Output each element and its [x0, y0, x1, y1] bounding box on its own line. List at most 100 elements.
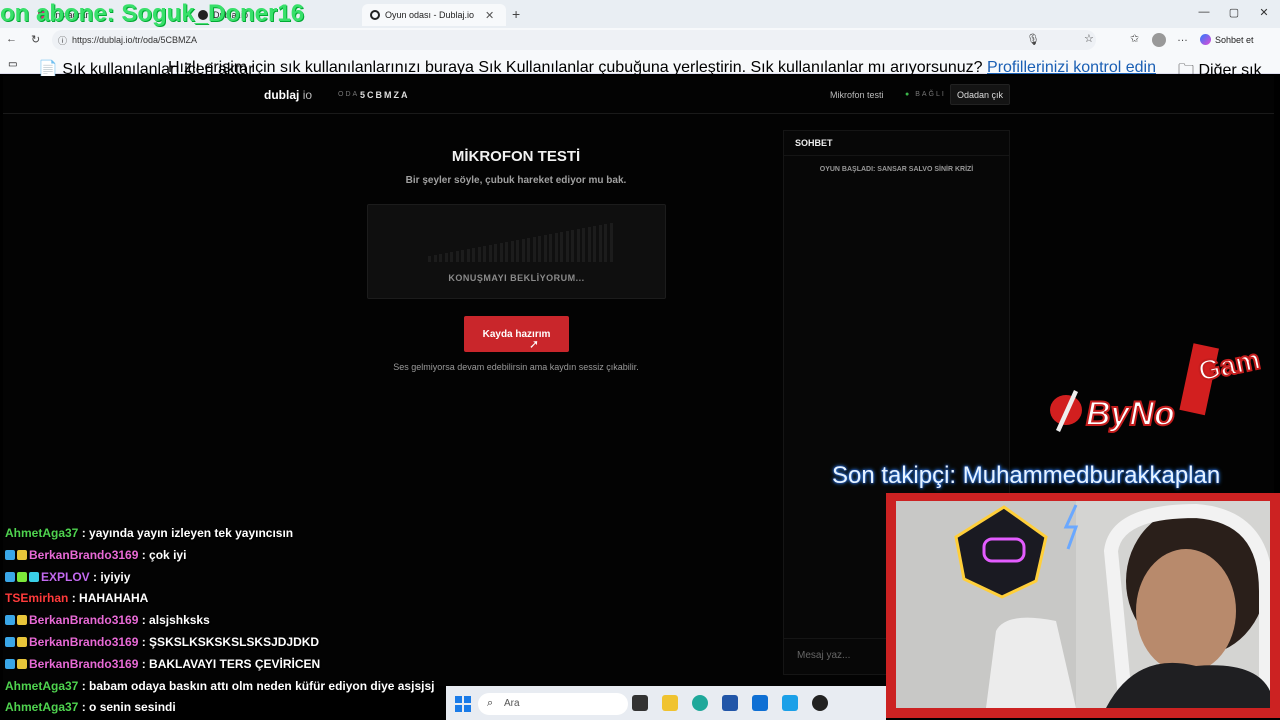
chat-badge-icon	[5, 637, 15, 647]
reading-view-icon[interactable]: ▭	[8, 59, 17, 70]
favorites-icon[interactable]: ✩	[1130, 32, 1139, 45]
url-input[interactable]: https://dublaj.io/tr/oda/5CBMZA	[52, 30, 1096, 50]
copilot-button[interactable]: Sohbet et	[1200, 34, 1254, 45]
app-icon[interactable]	[782, 695, 798, 711]
tab-oyun-odasi[interactable]: Oyun odası - Dublaj.io ✕	[362, 4, 506, 26]
chat-message: : iyiyiy	[89, 569, 131, 584]
page-title: MİKROFON TESTİ	[451, 148, 581, 165]
chat-badge-icon	[17, 615, 27, 626]
meter-bar	[433, 255, 437, 262]
meter-bar	[472, 248, 475, 262]
meter-bar	[571, 230, 574, 262]
status-dot-icon: ●	[905, 91, 912, 98]
ready-button[interactable]: Kayda hazırım	[464, 316, 569, 352]
dublaj-favicon-icon	[370, 10, 380, 20]
store-icon[interactable]	[722, 695, 738, 711]
meter-bar	[587, 227, 591, 262]
meter-bar	[488, 245, 492, 262]
chat-username: EXPLOV	[41, 569, 90, 584]
meter-bar	[532, 237, 536, 262]
meter-status: KONUŞMAYI BEKLİYORUM...	[448, 273, 585, 283]
chat-title: SOHBET	[795, 138, 833, 148]
meter-bar	[593, 226, 596, 262]
taskbar-search[interactable]: Ara	[478, 693, 628, 715]
mic-hint: Ses gelmiyorsa devam edebilirsin ama kay…	[393, 362, 639, 372]
meter-bar	[576, 229, 580, 262]
avatar[interactable]	[1152, 33, 1166, 47]
edge-icon[interactable]	[692, 695, 708, 711]
meter-bar	[604, 224, 607, 262]
favorite-star-icon[interactable]: ☆	[1084, 32, 1094, 45]
chat-username: AhmetAga37	[5, 700, 79, 715]
meter-bar	[444, 253, 448, 262]
chat-message: : ŞSKSLKSKSKSLSKSJDJDKD	[138, 635, 320, 649]
meter-bar	[543, 235, 547, 262]
more-icon[interactable]: …	[1177, 32, 1188, 44]
meter-bar	[521, 239, 525, 262]
chat-message: : o senin sesindi	[78, 700, 176, 715]
chat-badge-icon	[5, 549, 15, 560]
chat-username: AhmetAga37	[5, 526, 79, 540]
refresh-icon[interactable]: ↻	[31, 33, 40, 46]
meter-bar	[461, 250, 464, 262]
chat-badge-icon	[17, 637, 27, 647]
meter-bar	[428, 256, 431, 262]
chat-message-input[interactable]	[784, 638, 894, 672]
chat-username: BerkanBrando3169	[29, 547, 139, 562]
chat-message: : BAKLAVAYI TERS ÇEVİRİCEN	[138, 656, 321, 671]
profiles-link[interactable]: Profillerinizi kontrol edin	[987, 59, 1156, 76]
divider	[784, 155, 1009, 156]
meter-bar	[483, 246, 486, 262]
chat-message: : yayında yayın izleyen tek yayıncısın	[78, 526, 294, 540]
meter-bar	[554, 233, 558, 262]
meter-bar	[450, 252, 453, 262]
close-window-icon[interactable]: ✕	[1254, 6, 1274, 19]
chat-line: BerkanBrando3169 : çok iyi	[5, 544, 186, 566]
task-view-icon[interactable]	[632, 695, 648, 711]
webcam-feed	[896, 501, 1270, 708]
chat-badge-icon	[5, 571, 15, 582]
mic-test-link[interactable]: Mikrofon testi	[830, 90, 884, 100]
chat-line: BerkanBrando3169 : ŞSKSLKSKSKSLSKSJDJDKD	[5, 631, 319, 653]
logo-text-a: ByNo	[1086, 395, 1175, 433]
meter-bar	[510, 241, 514, 262]
outlook-icon[interactable]	[752, 695, 768, 711]
room-label: ODA	[338, 91, 360, 98]
leave-room-button[interactable]: Odadan çık	[950, 84, 1010, 105]
chat-username: BerkanBrando3169	[29, 635, 139, 649]
site-logo[interactable]: dublaj io	[264, 88, 312, 102]
chat-badge-icon	[17, 658, 27, 669]
search-icon: ⌕	[487, 697, 494, 709]
chat-username: AhmetAga37	[5, 678, 79, 693]
close-tab-icon[interactable]: ✕	[485, 9, 494, 22]
minimize-icon[interactable]: —	[1194, 6, 1214, 18]
streamer-logo: ByNo Gam	[1048, 330, 1273, 440]
file-explorer-icon[interactable]	[662, 695, 678, 711]
windows-start-icon[interactable]	[455, 696, 471, 712]
new-tab-icon[interactable]: +	[512, 6, 520, 22]
mic-icon[interactable]: 🎙	[1026, 33, 1040, 46]
meter-bar	[516, 240, 519, 262]
meter-bar	[439, 254, 442, 262]
meter-bar	[609, 223, 613, 262]
chat-message: : alsjshksks	[138, 613, 210, 628]
chat-badge-icon	[29, 571, 39, 582]
connection-status: ● BAĞLI	[905, 91, 946, 98]
mic-level-meter	[367, 204, 666, 299]
chat-username: BerkanBrando3169	[29, 613, 139, 628]
obs-icon[interactable]	[812, 695, 828, 711]
overlay-last-follower: Son takipçi: Muhammedburakkaplan	[832, 462, 1221, 489]
meter-bar	[565, 231, 569, 262]
meter-bar	[455, 251, 459, 262]
chat-event: OYUN BAŞLADI: SANSAR SALVO SİNİR KRİZİ	[819, 166, 974, 173]
meter-bar	[494, 244, 497, 262]
chat-badge-icon	[5, 658, 15, 669]
back-icon[interactable]: ←	[6, 33, 17, 45]
site-info-icon[interactable]: ⓘ	[58, 34, 67, 47]
chat-message: : çok iyi	[138, 547, 187, 562]
maximize-icon[interactable]: ▢	[1224, 6, 1244, 19]
chat-badge-icon	[5, 615, 15, 626]
favorites-hint: Hızlı erişim için sık kullanılanlarınızı…	[168, 59, 1156, 76]
chat-line: EXPLOV : iyiyiy	[5, 566, 130, 588]
meter-bar	[505, 242, 508, 262]
